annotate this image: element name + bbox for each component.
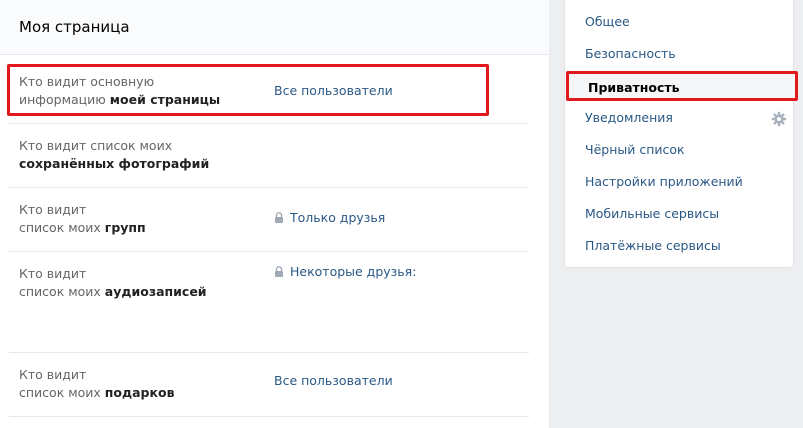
privacy-row-groups: Кто видит список моих групп Только друзь… (9, 188, 529, 252)
sidebar-item-general[interactable]: Общее (565, 6, 795, 38)
privacy-value-dropdown[interactable]: Все пользователи (274, 372, 393, 390)
sidebar-item-mobile-services[interactable]: Мобильные сервисы (565, 198, 795, 230)
privacy-row-label: Кто видит список моих подарков (19, 367, 175, 400)
page-title: Моя страница (0, 0, 549, 55)
lock-icon (275, 266, 283, 277)
privacy-value-dropdown[interactable]: Только друзья (274, 209, 385, 227)
sidebar-item-privacy[interactable]: Приватность (566, 71, 798, 101)
highlight-box (7, 64, 489, 116)
privacy-settings-panel: Моя страница Кто видит основную информац… (0, 0, 549, 428)
settings-sidebar: Общее Безопасность Приватность Уведомлен… (564, 0, 798, 268)
gear-icon[interactable] (771, 111, 787, 127)
privacy-row-label: Кто видит список моих аудиозаписей (19, 266, 207, 299)
privacy-row-label: Кто видит список моих групп (19, 202, 146, 235)
privacy-row-gifts: Кто видит список моих подарков Все польз… (9, 353, 529, 417)
privacy-row-label: Кто видит список моих сохранённых фотогр… (19, 138, 210, 171)
sidebar-item-notifications[interactable]: Уведомления (565, 102, 795, 134)
sidebar-item-app-settings[interactable]: Настройки приложений (565, 166, 795, 198)
sidebar-item-blacklist[interactable]: Чёрный список (565, 134, 795, 166)
privacy-value-dropdown[interactable]: Некоторые друзья: (274, 263, 416, 281)
lock-icon (275, 212, 283, 223)
sidebar-item-security[interactable]: Безопасность (565, 38, 795, 70)
privacy-row-saved-photos: Кто видит список моих сохранённых фотогр… (9, 124, 529, 188)
sidebar-item-payment-services[interactable]: Платёжные сервисы (565, 230, 795, 262)
privacy-row-audio: Кто видит список моих аудиозаписей Некот… (9, 252, 529, 353)
